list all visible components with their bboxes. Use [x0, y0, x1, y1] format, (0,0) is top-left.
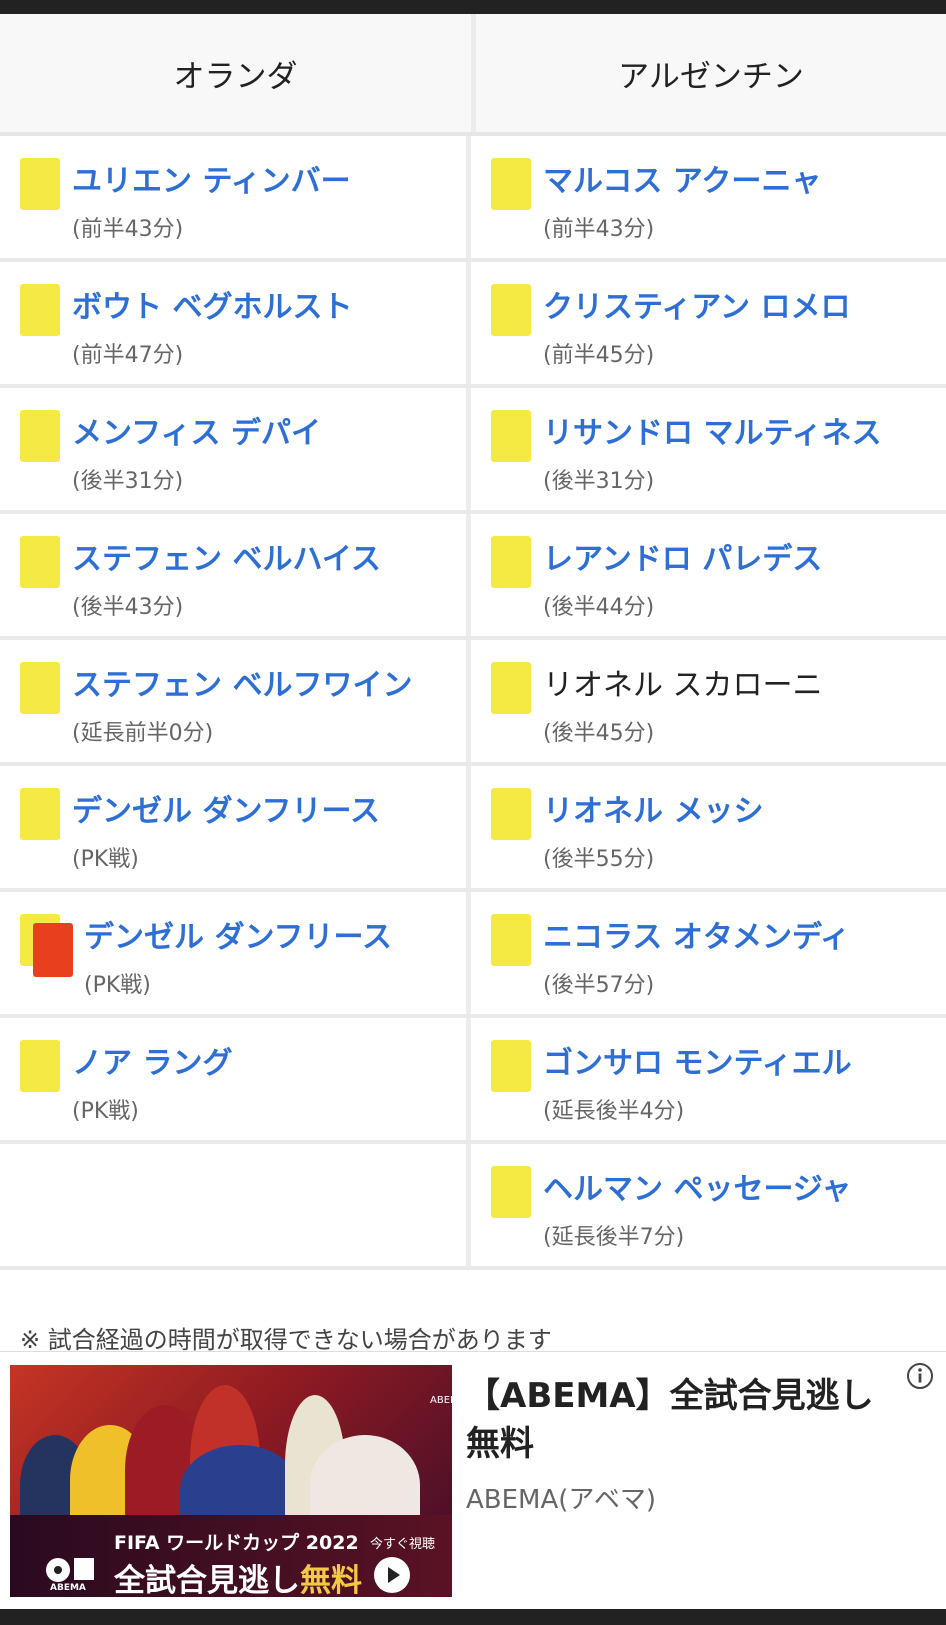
booking-time: (前半43分): [543, 217, 655, 242]
booking-time: (延長前半0分): [72, 721, 214, 746]
player-link[interactable]: リオネル メッシ: [543, 786, 763, 830]
yellow-card-icon: [491, 1166, 531, 1218]
table-row: ステフェン ベルフワイン (延長前半0分) リオネル スカローニ (後半45分): [0, 640, 946, 766]
yellow-card-icon: [491, 284, 531, 336]
table-row: デンゼル ダンフリース (PK戦) リオネル メッシ (後半55分): [0, 766, 946, 892]
yellow-card-icon: [20, 284, 60, 336]
status-bar: [0, 0, 946, 14]
booking-cell: レアンドロ パレデス (後半44分): [471, 514, 946, 636]
yellow-card-icon: [20, 788, 60, 840]
booking-cell: クリスティアン ロメロ (前半45分): [471, 262, 946, 384]
team-name-netherlands: オランダ: [0, 14, 476, 132]
booking-time: (後半44分): [543, 595, 655, 620]
empty-cell: [0, 1144, 471, 1266]
play-icon[interactable]: [374, 1557, 410, 1593]
yellow-card-icon: [491, 914, 531, 966]
footnote: ※ 試合経過の時間が取得できない場合があります: [20, 1326, 552, 1354]
player-link[interactable]: デンゼル ダンフリース: [72, 786, 380, 830]
yellow-card-icon: [20, 536, 60, 588]
coach-name: リオネル スカローニ: [543, 668, 823, 703]
red-card-icon: [33, 923, 73, 977]
team-header-row: オランダ アルゼンチン: [0, 14, 946, 136]
player-link[interactable]: ステフェン ベルフワイン: [72, 660, 412, 704]
yellow-card-icon: [491, 536, 531, 588]
booking-time: (前半43分): [72, 217, 184, 242]
booking-time: (後半31分): [72, 469, 184, 494]
booking-time: (PK戦): [72, 1099, 139, 1124]
booking-cell: メンフィス デパイ (後半31分): [0, 388, 471, 510]
player-link[interactable]: レアンドロ パレデス: [543, 534, 822, 578]
ad-title[interactable]: 【ABEMA】全試合見逃し無料: [466, 1372, 906, 1468]
yellow-card-icon: [20, 1040, 60, 1092]
yellow-card-icon: [491, 1040, 531, 1092]
booking-time: (前半47分): [72, 343, 184, 368]
table-row: デンゼル ダンフリース (PK戦) ニコラス オタメンディ (後半57分): [0, 892, 946, 1018]
booking-cell: ステフェン ベルフワイン (延長前半0分): [0, 640, 471, 762]
table-row: ヘルマン ペッセージャ (延長後半7分): [0, 1144, 946, 1270]
team-name-argentina: アルゼンチン: [476, 14, 946, 132]
table-row: ユリエン ティンバー (前半43分) マルコス アクーニャ (前半43分): [0, 136, 946, 262]
booking-cell: デンゼル ダンフリース (PK戦): [0, 766, 471, 888]
booking-time: (後半57分): [543, 973, 655, 998]
booking-time: (PK戦): [84, 973, 151, 998]
abema-brand-small: ABEMA: [50, 1583, 86, 1593]
info-icon[interactable]: [906, 1362, 934, 1390]
yellow-card-icon: [491, 788, 531, 840]
booking-time: (後半55分): [543, 847, 655, 872]
yellow-card-icon: [20, 410, 60, 462]
player-link[interactable]: ステフェン ベルハイス: [72, 534, 381, 578]
abema-mascot-icon: [46, 1558, 94, 1582]
bottom-bar: [0, 1609, 946, 1625]
player-link[interactable]: リサンドロ マルティネス: [543, 408, 882, 452]
booking-time: (後半43分): [72, 595, 184, 620]
booking-cell: デンゼル ダンフリース (PK戦): [0, 892, 471, 1014]
booking-cell: ボウト ベグホルスト (前半47分): [0, 262, 471, 384]
booking-time: (前半45分): [543, 343, 655, 368]
player-link[interactable]: ユリエン ティンバー: [72, 156, 351, 200]
booking-time: (後半31分): [543, 469, 655, 494]
booking-cell: ヘルマン ペッセージャ (延長後半7分): [471, 1144, 946, 1266]
player-link[interactable]: ニコラス オタメンディ: [543, 912, 850, 956]
booking-time: (延長後半7分): [543, 1225, 685, 1250]
ad-source: ABEMA(アベマ): [466, 1485, 657, 1515]
ad-image[interactable]: ABEMA ABEMA FIFA ワールドカップ 2022 全試合見逃し無料 今…: [10, 1365, 452, 1597]
table-row: ノア ラング (PK戦) ゴンサロ モンティエル (延長後半4分): [0, 1018, 946, 1144]
ad-image-line2-prefix: 全試合見逃し: [114, 1563, 300, 1597]
yellow-card-icon: [20, 662, 60, 714]
booking-cell: ユリエン ティンバー (前半43分): [0, 136, 471, 258]
booking-cell: リオネル メッシ (後半55分): [471, 766, 946, 888]
abema-logo: ABEMA: [430, 1395, 452, 1406]
booking-cell: ニコラス オタメンディ (後半57分): [471, 892, 946, 1014]
table-row: ステフェン ベルハイス (後半43分) レアンドロ パレデス (後半44分): [0, 514, 946, 640]
ad-banner[interactable]: ABEMA ABEMA FIFA ワールドカップ 2022 全試合見逃し無料 今…: [0, 1351, 946, 1610]
booking-cell: ステフェン ベルハイス (後半43分): [0, 514, 471, 636]
player-link[interactable]: メンフィス デパイ: [72, 408, 321, 452]
player-link[interactable]: クリスティアン ロメロ: [543, 282, 850, 326]
table-row: メンフィス デパイ (後半31分) リサンドロ マルティネス (後半31分): [0, 388, 946, 514]
ad-image-line2-highlight: 無料: [300, 1563, 362, 1597]
booking-time: (延長後半4分): [543, 1099, 685, 1124]
ad-cta-text: 今すぐ視聴: [370, 1537, 436, 1552]
booking-cell: リオネル スカローニ (後半45分): [471, 640, 946, 762]
booking-time: (PK戦): [72, 847, 139, 872]
yellow-card-icon: [491, 410, 531, 462]
yellow-card-icon: [20, 158, 60, 210]
table-row: ボウト ベグホルスト (前半47分) クリスティアン ロメロ (前半45分): [0, 262, 946, 388]
player-link[interactable]: ノア ラング: [72, 1038, 232, 1082]
player-link[interactable]: ヘルマン ペッセージャ: [543, 1164, 851, 1208]
ad-image-line2: 全試合見逃し無料: [114, 1555, 362, 1597]
booking-cell: ゴンサロ モンティエル (延長後半4分): [471, 1018, 946, 1140]
booking-time: (後半45分): [543, 721, 655, 746]
player-link[interactable]: デンゼル ダンフリース: [84, 912, 392, 956]
player-link[interactable]: マルコス アクーニャ: [543, 156, 821, 200]
booking-cell: リサンドロ マルティネス (後半31分): [471, 388, 946, 510]
ad-image-line1: FIFA ワールドカップ 2022: [114, 1532, 359, 1554]
booking-cell: マルコス アクーニャ (前半43分): [471, 136, 946, 258]
player-link[interactable]: ボウト ベグホルスト: [72, 282, 352, 326]
player-link[interactable]: ゴンサロ モンティエル: [543, 1038, 852, 1082]
cards-table: オランダ アルゼンチン ユリエン ティンバー (前半43分) マルコス アクーニ…: [0, 14, 946, 1270]
yellow-card-icon: [491, 158, 531, 210]
yellow-card-icon: [491, 662, 531, 714]
booking-cell: ノア ラング (PK戦): [0, 1018, 471, 1140]
